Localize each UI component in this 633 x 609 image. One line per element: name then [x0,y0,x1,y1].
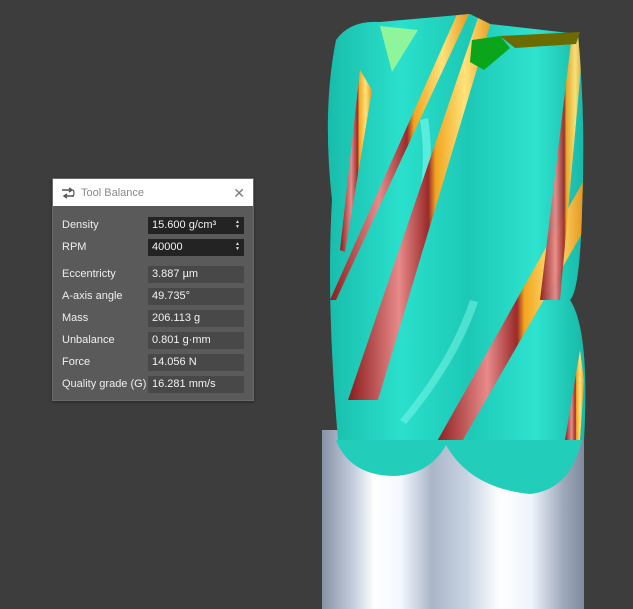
rpm-spinner[interactable]: ▲ ▼ [235,239,240,256]
density-spinner[interactable]: ▲ ▼ [235,217,240,234]
spin-down-icon[interactable]: ▼ [235,225,240,230]
rpm-row: RPM 40000 ▲ ▼ [62,236,246,258]
eccentricity-row: Eccentricty 3.887 µm [62,263,246,285]
force-label: Force [62,356,91,368]
unbalance-row: Unbalance 0.801 g·mm [62,329,246,351]
a-axis-angle-value: 49.735° [148,287,244,305]
a-axis-angle-row: A-axis angle 49.735° [62,285,246,307]
quality-grade-value: 16.281 mm/s [148,375,244,393]
dialog-titlebar[interactable]: Tool Balance ✕ [53,179,253,206]
quality-grade-row: Quality grade (G) 16.281 mm/s [62,373,246,395]
rpm-input[interactable]: 40000 ▲ ▼ [148,238,244,256]
unbalance-label: Unbalance [62,334,115,346]
unbalance-value: 0.801 g·mm [148,331,244,349]
density-value: 15.600 g/cm³ [152,219,217,231]
mass-label: Mass [62,312,89,324]
rpm-value: 40000 [152,241,183,253]
dialog-title: Tool Balance [81,186,144,199]
close-icon[interactable]: ✕ [233,186,245,200]
eccentricity-value: 3.887 µm [148,265,244,283]
spin-down-icon[interactable]: ▼ [235,247,240,252]
mass-value: 206.113 g [148,309,244,327]
force-row: Force 14.056 N [62,351,246,373]
mass-row: Mass 206.113 g [62,307,246,329]
tool-balance-dialog: Tool Balance ✕ Density 15.600 g/cm³ ▲ ▼ … [52,178,254,401]
force-value: 14.056 N [148,353,244,371]
density-label: Density [62,219,99,231]
quality-grade-label: Quality grade (G) [62,378,147,390]
a-axis-angle-label: A-axis angle [62,290,123,302]
rpm-label: RPM [62,241,87,253]
balance-arrows-icon [61,186,75,199]
density-row: Density 15.600 g/cm³ ▲ ▼ [62,214,246,236]
eccentricity-label: Eccentricty [62,268,116,280]
density-input[interactable]: 15.600 g/cm³ ▲ ▼ [148,216,244,234]
